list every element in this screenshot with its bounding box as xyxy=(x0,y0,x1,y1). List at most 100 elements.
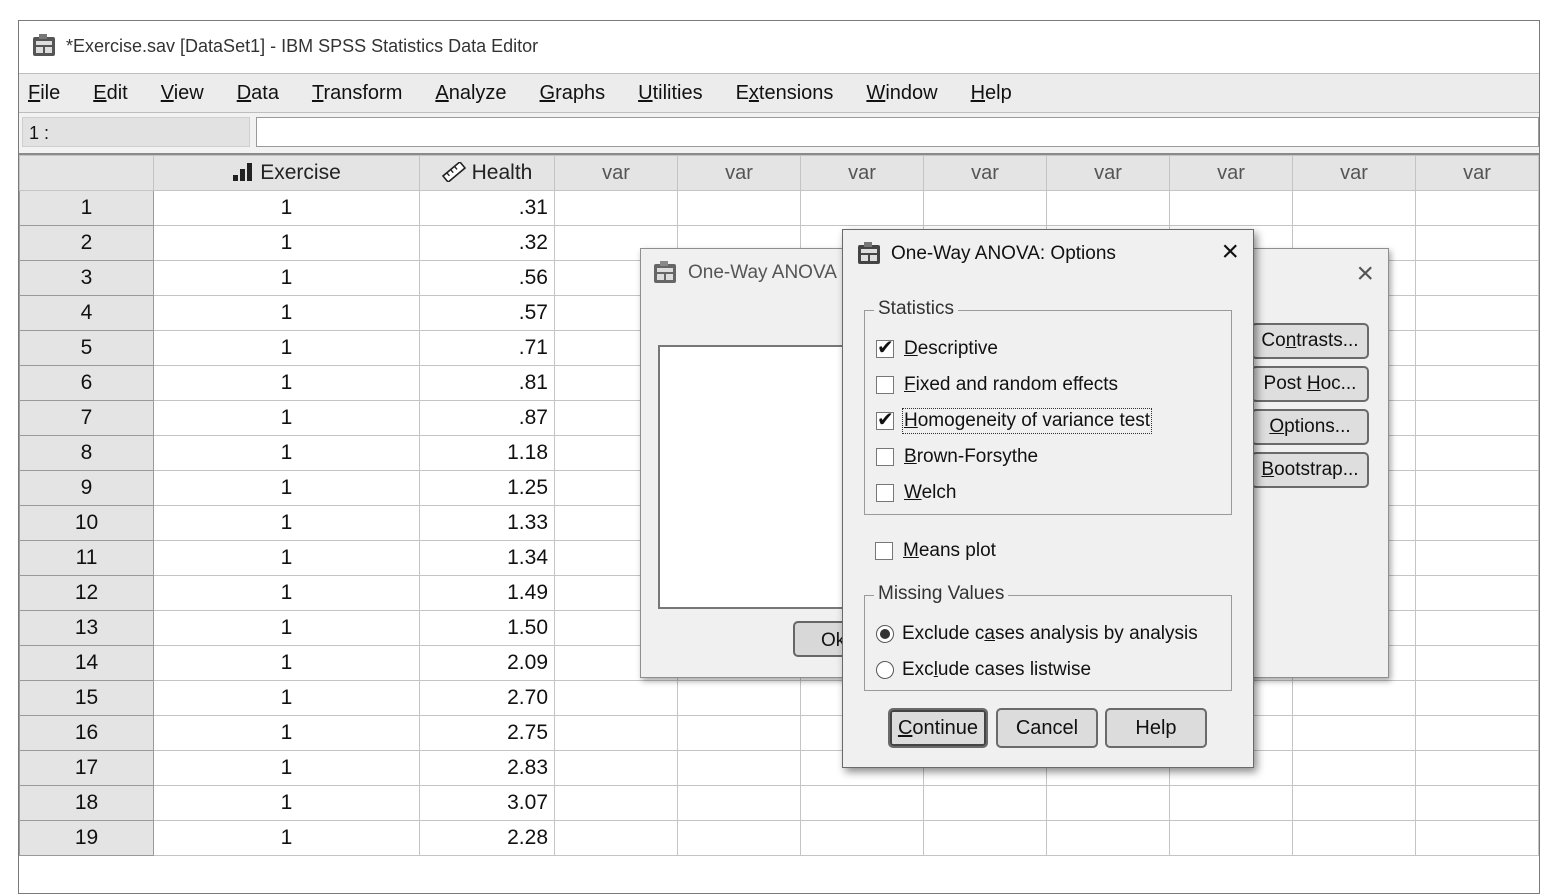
cell-health[interactable]: .81 xyxy=(419,365,555,401)
cell-empty[interactable] xyxy=(800,190,924,226)
cell-empty[interactable] xyxy=(554,785,678,821)
exclude-listwise-radio[interactable]: Exclude cases listwise xyxy=(876,659,1091,681)
cell-exercise[interactable]: 1 xyxy=(153,820,420,856)
cell-empty[interactable] xyxy=(677,190,801,226)
close-icon[interactable]: × xyxy=(1221,235,1239,269)
cell-empty[interactable] xyxy=(1415,540,1539,576)
menu-item[interactable]: Edit xyxy=(93,82,127,105)
cell-empty[interactable] xyxy=(1415,400,1539,436)
cell-empty[interactable] xyxy=(1415,715,1539,751)
cell-empty[interactable] xyxy=(554,750,678,786)
cell-empty[interactable] xyxy=(1292,820,1416,856)
brown-forsythe-checkbox[interactable]: Brown-Forsythe xyxy=(876,446,1038,468)
cell-empty[interactable] xyxy=(1169,820,1293,856)
cell-empty[interactable] xyxy=(800,820,924,856)
cell-health[interactable]: .32 xyxy=(419,225,555,261)
cell-empty[interactable] xyxy=(677,715,801,751)
column-header-health[interactable]: Health xyxy=(419,155,555,191)
menu-item[interactable]: Utilities xyxy=(638,82,702,105)
cell-empty[interactable] xyxy=(1292,785,1416,821)
cell-empty[interactable] xyxy=(923,785,1047,821)
cell-empty[interactable] xyxy=(1415,610,1539,646)
row-number[interactable]: 14 xyxy=(19,645,154,681)
cell-health[interactable]: .71 xyxy=(419,330,555,366)
cell-health[interactable]: 2.83 xyxy=(419,750,555,786)
column-header-var[interactable]: var xyxy=(554,155,678,191)
column-header-var[interactable]: var xyxy=(1169,155,1293,191)
cell-health[interactable]: 2.70 xyxy=(419,680,555,716)
menu-item[interactable]: Graphs xyxy=(540,82,606,105)
descriptive-checkbox[interactable]: Descriptive xyxy=(876,335,998,360)
cell-exercise[interactable]: 1 xyxy=(153,715,420,751)
cell-empty[interactable] xyxy=(1415,295,1539,331)
cell-exercise[interactable]: 1 xyxy=(153,750,420,786)
row-number[interactable]: 13 xyxy=(19,610,154,646)
cell-health[interactable]: 1.50 xyxy=(419,610,555,646)
cell-empty[interactable] xyxy=(1415,750,1539,786)
cell-exercise[interactable]: 1 xyxy=(153,680,420,716)
row-number[interactable]: 5 xyxy=(19,330,154,366)
cell-exercise[interactable]: 1 xyxy=(153,400,420,436)
cell-health[interactable]: 1.18 xyxy=(419,435,555,471)
cell-empty[interactable] xyxy=(1415,435,1539,471)
row-number[interactable]: 3 xyxy=(19,260,154,296)
close-icon[interactable]: × xyxy=(1356,257,1374,291)
cell-exercise[interactable]: 1 xyxy=(153,225,420,261)
cell-health[interactable]: 2.28 xyxy=(419,820,555,856)
row-number[interactable]: 9 xyxy=(19,470,154,506)
row-number[interactable]: 8 xyxy=(19,435,154,471)
cell-health[interactable]: .57 xyxy=(419,295,555,331)
exclude-analysis-by-analysis-radio[interactable]: Exclude cases analysis by analysis xyxy=(876,623,1198,645)
cell-empty[interactable] xyxy=(1415,680,1539,716)
column-header-var[interactable]: var xyxy=(923,155,1047,191)
column-header-var[interactable]: var xyxy=(677,155,801,191)
row-number[interactable]: 19 xyxy=(19,820,154,856)
means-plot-checkbox[interactable]: Means plot xyxy=(875,540,996,562)
cell-health[interactable]: 2.75 xyxy=(419,715,555,751)
row-number[interactable]: 1 xyxy=(19,190,154,226)
row-number[interactable]: 4 xyxy=(19,295,154,331)
cell-empty[interactable] xyxy=(554,820,678,856)
column-header-var[interactable]: var xyxy=(1415,155,1539,191)
cell-empty[interactable] xyxy=(923,820,1047,856)
post-hoc-button[interactable]: Post Hoc... xyxy=(1251,366,1369,402)
column-header-exercise[interactable]: Exercise xyxy=(153,155,420,191)
cell-health[interactable]: 1.34 xyxy=(419,540,555,576)
cell-empty[interactable] xyxy=(1415,190,1539,226)
menu-item[interactable]: Help xyxy=(971,82,1012,105)
row-number[interactable]: 16 xyxy=(19,715,154,751)
cell-exercise[interactable]: 1 xyxy=(153,470,420,506)
row-number[interactable]: 7 xyxy=(19,400,154,436)
cell-empty[interactable] xyxy=(1415,260,1539,296)
row-number[interactable]: 6 xyxy=(19,365,154,401)
cell-empty[interactable] xyxy=(554,190,678,226)
cancel-button[interactable]: Cancel xyxy=(996,708,1098,748)
cell-empty[interactable] xyxy=(1415,365,1539,401)
cell-empty[interactable] xyxy=(1046,820,1170,856)
contrasts-button[interactable]: Contrasts... xyxy=(1251,323,1369,359)
cell-health[interactable]: .31 xyxy=(419,190,555,226)
row-number[interactable]: 15 xyxy=(19,680,154,716)
cell-exercise[interactable]: 1 xyxy=(153,575,420,611)
welch-checkbox[interactable]: Welch xyxy=(876,482,956,504)
cell-exercise[interactable]: 1 xyxy=(153,190,420,226)
cell-health[interactable]: .56 xyxy=(419,260,555,296)
cell-health[interactable]: 2.09 xyxy=(419,645,555,681)
cell-empty[interactable] xyxy=(1169,190,1293,226)
cell-empty[interactable] xyxy=(1415,575,1539,611)
cell-empty[interactable] xyxy=(554,715,678,751)
variable-list[interactable] xyxy=(658,345,862,609)
cell-empty[interactable] xyxy=(554,680,678,716)
homogeneity-variance-checkbox[interactable]: Homogeneity of variance test xyxy=(876,407,1153,434)
menu-item[interactable]: File xyxy=(28,82,60,105)
cell-empty[interactable] xyxy=(800,785,924,821)
cell-empty[interactable] xyxy=(1046,190,1170,226)
cell-value-input[interactable] xyxy=(256,117,1539,147)
row-number[interactable]: 11 xyxy=(19,540,154,576)
cell-empty[interactable] xyxy=(1415,820,1539,856)
cell-health[interactable]: .87 xyxy=(419,400,555,436)
cell-empty[interactable] xyxy=(677,680,801,716)
column-header-var[interactable]: var xyxy=(1046,155,1170,191)
fixed-random-effects-checkbox[interactable]: Fixed and random effects xyxy=(876,374,1118,396)
row-number[interactable]: 10 xyxy=(19,505,154,541)
